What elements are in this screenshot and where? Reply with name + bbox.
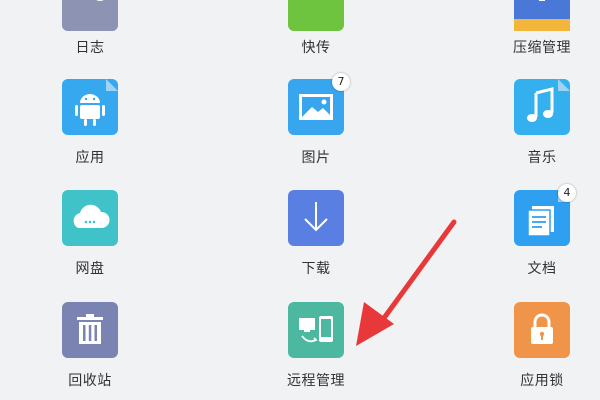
file-manager-screen: 日志 快传 压缩管理 应用 7 图片 音乐 网盘 下载 4 文档 回收站 远程管…: [0, 0, 600, 400]
grid-item-quick-transfer[interactable]: 快传: [261, 0, 371, 85]
document-icon: 4: [514, 184, 576, 246]
music-icon: [514, 79, 570, 135]
grid-item-label: 网盘: [75, 261, 105, 277]
download-icon: [288, 190, 344, 246]
grid-item-label: 远程管理: [287, 373, 345, 389]
grid-item-label: 应用锁: [520, 373, 564, 389]
badge-count: 4: [558, 184, 576, 202]
grid-item-recycle-bin[interactable]: 回收站: [35, 302, 145, 400]
grid-item-label: 回收站: [68, 373, 112, 389]
cloud-icon: [62, 190, 118, 246]
grid-item-label: 应用: [75, 150, 105, 166]
grid-item-app-lock[interactable]: 应用锁: [487, 302, 597, 400]
grid-item-label: 日志: [75, 40, 105, 56]
log-icon: [62, 0, 118, 31]
remote-manage-icon: [288, 302, 344, 358]
grid-item-label: 图片: [301, 150, 331, 166]
grid-item-label: 音乐: [527, 150, 557, 166]
grid-item-label: 压缩管理: [513, 40, 571, 56]
archive-icon: [514, 0, 570, 31]
grid-item-label: 下载: [301, 261, 331, 277]
grid-item-label: 文档: [527, 261, 557, 277]
grid-item-documents[interactable]: 4 文档: [487, 184, 597, 300]
android-icon: [62, 79, 118, 135]
lock-icon: [514, 302, 570, 358]
grid-item-log[interactable]: 日志: [35, 0, 145, 85]
grid-item-apps[interactable]: 应用: [35, 79, 145, 189]
grid-item-label: 快传: [301, 40, 331, 56]
trash-icon: [62, 302, 118, 358]
grid-item-archive[interactable]: 压缩管理: [487, 0, 597, 85]
badge-count: 7: [332, 73, 350, 91]
grid-item-images[interactable]: 7 图片: [261, 73, 371, 189]
grid-item-downloads[interactable]: 下载: [261, 190, 371, 300]
quick-transfer-icon: [288, 0, 344, 31]
image-icon: 7: [288, 73, 350, 135]
grid-item-cloud-drive[interactable]: 网盘: [35, 190, 145, 300]
grid-item-music[interactable]: 音乐: [487, 79, 597, 189]
grid-item-remote-manage[interactable]: 远程管理: [261, 302, 371, 400]
